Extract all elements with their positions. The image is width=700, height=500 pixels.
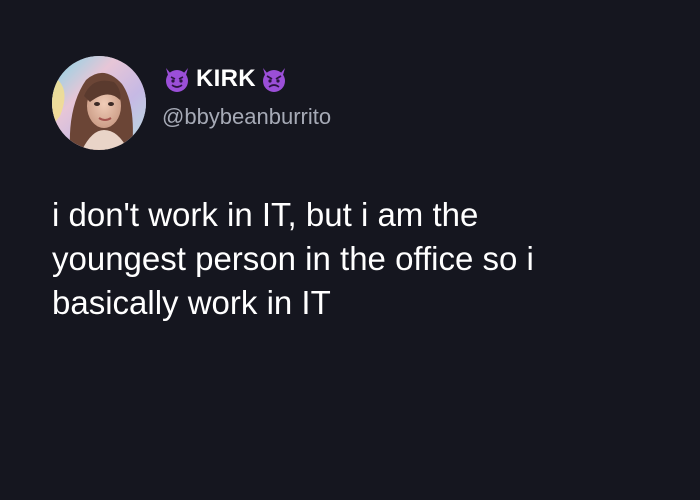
smiling-imp-icon <box>162 64 192 94</box>
author-name-row[interactable]: KIRK <box>162 63 289 95</box>
author-display-name[interactable]: KIRK <box>196 65 256 93</box>
tweet-text-line: i don't work in IT, but i am the <box>52 196 479 233</box>
author-handle[interactable]: @bbybeanburrito <box>162 104 331 130</box>
avatar[interactable] <box>52 56 146 150</box>
tweet-card: KIRK @bbybeanburrito i don't work in IT,… <box>0 0 700 500</box>
angry-imp-icon <box>259 64 289 94</box>
tweet-text-line: youngest person in the office so i <box>52 240 534 277</box>
tweet-text-line: basically work in IT <box>52 284 331 321</box>
profile-photo <box>52 56 146 150</box>
tweet-text: i don't work in IT, but i am the younges… <box>52 193 672 325</box>
